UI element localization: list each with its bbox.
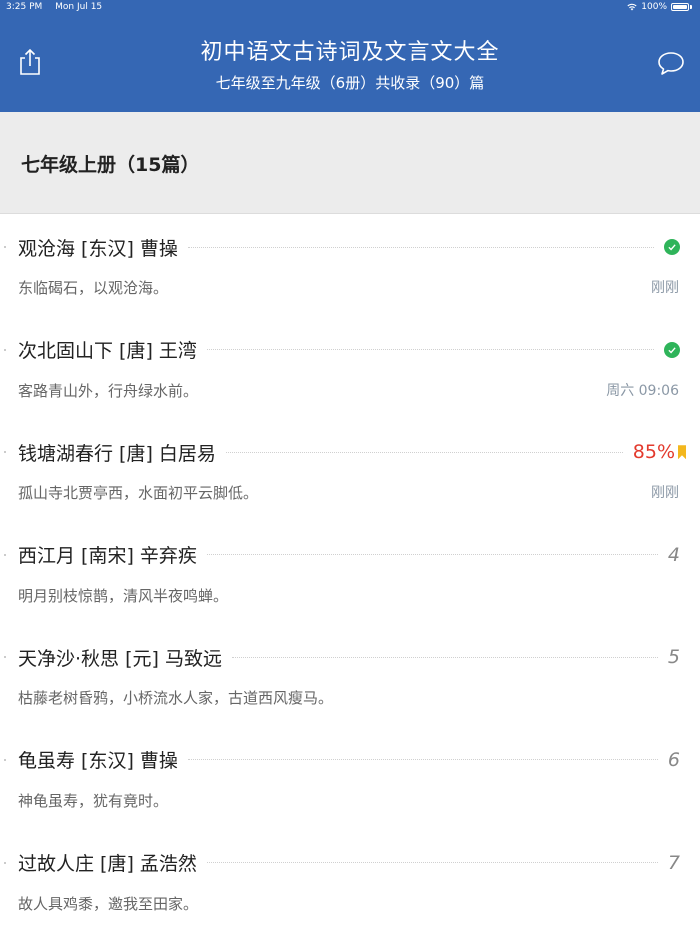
page-subtitle: 七年级至九年级（6册）共收录（90）篇: [215, 74, 485, 92]
list-item[interactable]: 观沧海 [东汉] 曹操 东临碣石，以观沧海。 刚刚: [0, 214, 700, 317]
item-title: 龟虽寿 [东汉] 曹操: [18, 750, 178, 773]
item-excerpt: 东临碣石，以观沧海。: [18, 279, 169, 297]
status-date: Mon Jul 15: [55, 2, 103, 12]
item-title: 次北固山下 [唐] 王湾: [18, 340, 197, 363]
item-title: 过故人庄 [唐] 孟浩然: [18, 853, 197, 876]
list-item[interactable]: 西江月 [南宋] 辛弃疾 4 明月别枝惊鹊，清风半夜鸣蝉。: [0, 522, 700, 625]
item-number: 5: [667, 646, 680, 669]
wifi-icon: [627, 3, 637, 11]
leader-dots: [187, 246, 654, 248]
list-item[interactable]: 钱塘湖春行 [唐] 白居易 85% 孤山寺北贾亭西，水面初平云脚低。 刚刚: [0, 419, 700, 522]
chat-bubble-icon: [658, 52, 684, 75]
item-number: 6: [667, 748, 680, 771]
battery-percent: 100%: [641, 2, 667, 12]
list-item[interactable]: 龟虽寿 [东汉] 曹操 6 神龟虽寿，犹有竟时。: [0, 727, 700, 830]
item-excerpt: 枯藤老树昏鸦，小桥流水人家，古道西风瘦马。: [18, 689, 334, 708]
item-excerpt: 神龟虽寿，犹有竟时。: [18, 791, 169, 810]
list-item[interactable]: 次北固山下 [唐] 王湾 客路青山外，行舟绿水前。 周六 09:06: [0, 317, 700, 420]
item-excerpt: 孤山寺北贾亭西，水面初平云脚低。: [18, 484, 259, 503]
battery-icon: [671, 3, 689, 11]
item-excerpt: 客路青山外，行舟绿水前。: [18, 381, 199, 400]
bookmark-icon: [678, 445, 686, 460]
leader-dots: [206, 862, 658, 864]
app-header: 3:25 PM Mon Jul 15 100% 初中语文古诗词及文言文大全 七年…: [0, 0, 700, 112]
item-number: 7: [667, 851, 680, 874]
list-item[interactable]: 天净沙·秋思 [元] 马致远 5 枯藤老树昏鸦，小桥流水人家，古道西风瘦马。: [0, 624, 700, 727]
item-title: 观沧海 [东汉] 曹操: [18, 237, 178, 260]
item-excerpt: 故人具鸡黍，邀我至田家。: [18, 894, 199, 913]
item-time: 刚刚: [651, 485, 679, 502]
section-header: 七年级上册（15篇）: [0, 112, 700, 214]
list-item[interactable]: 过故人庄 [唐] 孟浩然 7 故人具鸡黍，邀我至田家。: [0, 830, 700, 933]
leader-dots: [225, 451, 623, 453]
status-time: 3:25 PM: [6, 2, 43, 12]
check-circle-icon: [664, 239, 680, 255]
item-excerpt: 明月别枝惊鹊，清风半夜鸣蝉。: [18, 586, 229, 605]
page-title: 初中语文古诗词及文言文大全: [200, 40, 500, 65]
leader-dots: [206, 554, 658, 556]
poem-list: 观沧海 [东汉] 曹操 东临碣石，以观沧海。 刚刚 次北固山下 [唐] 王湾 客…: [0, 214, 700, 932]
check-circle-icon: [664, 341, 680, 358]
leader-dots: [206, 349, 654, 351]
item-time: 周六 09:06: [606, 382, 679, 399]
section-title: 七年级上册（15篇）: [21, 154, 200, 176]
item-title: 西江月 [南宋] 辛弃疾: [18, 545, 197, 568]
item-time: 刚刚: [651, 280, 679, 296]
leader-dots: [187, 759, 658, 761]
chat-button[interactable]: [656, 48, 686, 78]
leader-dots: [231, 656, 658, 658]
item-title: 钱塘湖春行 [唐] 白居易: [18, 442, 216, 465]
item-number: 4: [667, 543, 680, 566]
progress-percent: 85%: [632, 441, 675, 464]
status-bar: 3:25 PM Mon Jul 15 100%: [0, 0, 700, 14]
item-title: 天净沙·秋思 [元] 马致远: [18, 647, 222, 670]
